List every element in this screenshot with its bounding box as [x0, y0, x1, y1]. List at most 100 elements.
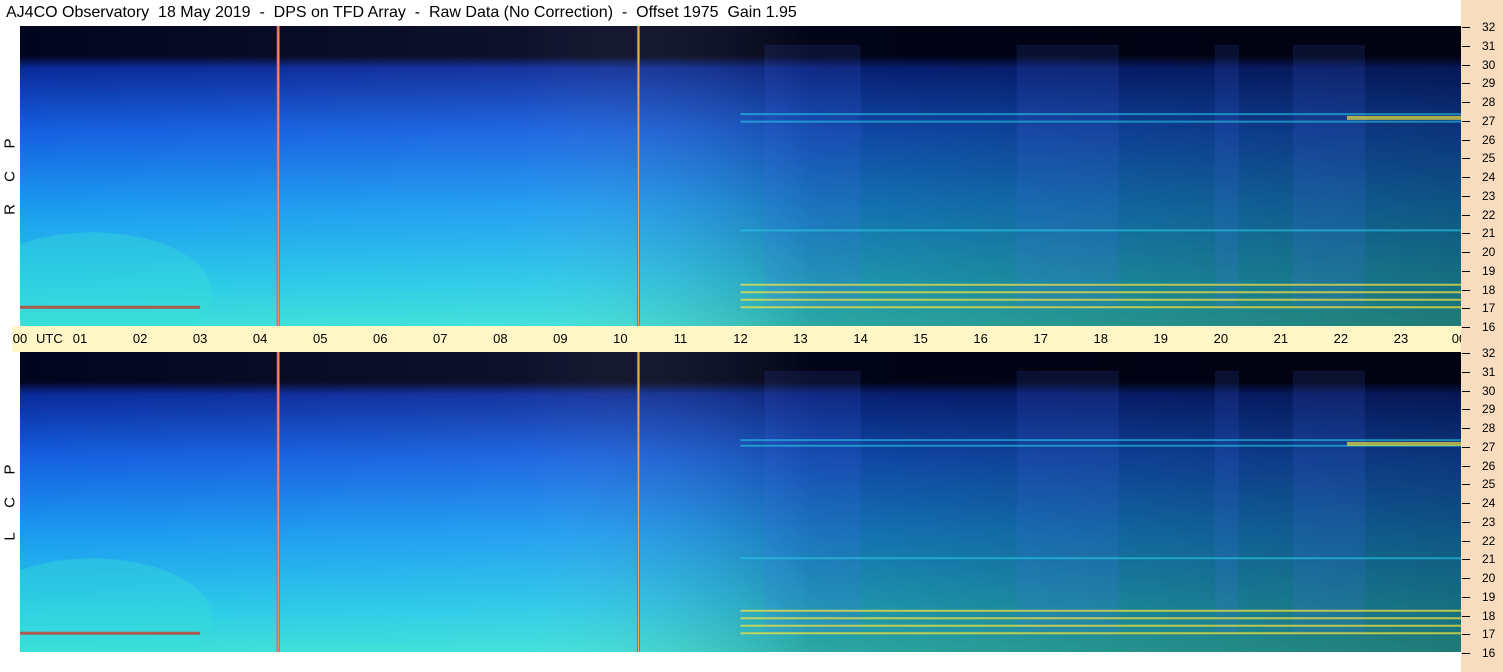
frequency-tick-mark [1462, 484, 1470, 486]
interference-line [740, 624, 1461, 627]
spectrogram-segment [1016, 370, 1119, 634]
interference-line [1346, 441, 1461, 446]
frequency-tick-label: 19 [1482, 263, 1496, 278]
frequency-tick-mark [1462, 353, 1470, 354]
frequency-tick-mark [1462, 409, 1470, 411]
rcp-spectrogram-panel [20, 26, 1461, 326]
frequency-tick-label: 25 [1482, 477, 1496, 492]
rcp-letter-p: P [1, 138, 19, 149]
frequency-tick-mark [1462, 102, 1470, 103]
utc-tick-label: 20 [1213, 331, 1229, 346]
utc-tick-label: 16 [973, 331, 988, 346]
frequency-tick-mark [1462, 289, 1470, 291]
frequency-tick-label: 31 [1482, 38, 1496, 53]
frequency-tick-label: 32 [1482, 346, 1496, 360]
frequency-tick-label: 24 [1482, 170, 1496, 184]
frequency-tick-mark [1462, 83, 1470, 85]
frequency-tick-mark [1462, 596, 1470, 598]
frequency-tick-label: 32 [1482, 20, 1496, 34]
utc-tick-label: 09 [553, 331, 568, 346]
frequency-tick-label: 17 [1482, 627, 1496, 642]
frequency-tick-mark [1462, 252, 1470, 253]
frequency-tick-mark [1462, 578, 1470, 579]
frequency-tick-mark [1462, 634, 1470, 636]
frequency-tick-label: 21 [1482, 226, 1496, 241]
utc-tick-label: 18 [1093, 331, 1108, 346]
chart-title: AJ4CO Observatory 18 May 2019 - DPS on T… [6, 4, 797, 21]
utc-label: UTC [36, 331, 63, 346]
utc-tick-label: 21 [1273, 331, 1289, 346]
spectrogram-segment [1214, 370, 1239, 634]
frequency-tick-label: 25 [1482, 151, 1496, 166]
frequency-tick-label: 20 [1482, 571, 1496, 585]
frequency-tick-mark [1462, 64, 1470, 66]
utc-tick-label: 07 [433, 331, 448, 346]
frequency-tick-mark [1462, 521, 1470, 523]
interference-line [740, 617, 1461, 620]
frequency-tick-label: 29 [1482, 402, 1496, 417]
time-marker-line [277, 352, 279, 652]
spectrogram-segment [1292, 44, 1365, 308]
utc-tick-label: 11 [673, 331, 688, 346]
lcp-spectrogram-panel [20, 352, 1461, 652]
interference-line [740, 439, 1461, 442]
time-marker-line [637, 26, 639, 326]
frequency-tick-label: 30 [1482, 383, 1496, 398]
interference-line [20, 631, 201, 635]
frequency-tick-label: 26 [1482, 132, 1496, 147]
frequency-tick-mark [1462, 120, 1470, 122]
utc-tick-label: 12 [733, 331, 748, 346]
spectrogram-segment [1292, 370, 1365, 634]
utc-tick-label: 14 [853, 331, 868, 346]
utc-tick-label: 02 [132, 331, 148, 346]
interference-line [740, 298, 1461, 301]
frequency-tick-label: 28 [1482, 95, 1496, 109]
frequency-tick-mark [1462, 27, 1470, 28]
interference-line [740, 291, 1461, 294]
utc-tick-label: 10 [613, 331, 628, 346]
time-marker-line [277, 26, 279, 326]
utc-tick-label: 22 [1333, 331, 1349, 346]
utc-tick-label: 19 [1153, 331, 1169, 346]
interference-line [740, 283, 1461, 286]
frequency-tick-mark [1462, 327, 1470, 328]
rcp-letter-r: R [1, 204, 19, 215]
frequency-tick-label: 28 [1482, 421, 1496, 435]
spectrogram-shading [20, 26, 1461, 326]
frequency-tick-label: 18 [1482, 282, 1496, 297]
frequency-tick-label: 23 [1482, 188, 1496, 203]
frequency-tick-label: 31 [1482, 364, 1496, 379]
utc-tick-label: 13 [793, 331, 808, 346]
interference-line [740, 113, 1461, 116]
frequency-tick-mark [1462, 177, 1470, 178]
spectrogram-segment [1214, 44, 1239, 308]
spectrogram-shading [20, 352, 1461, 652]
utc-tick-label: 04 [252, 331, 268, 346]
frequency-tick-label: 22 [1482, 207, 1496, 222]
utc-tick-label: 17 [1033, 331, 1048, 346]
utc-tick-label: 06 [373, 331, 388, 346]
frequency-tick-label: 17 [1482, 301, 1496, 316]
frequency-tick-mark [1462, 214, 1470, 216]
time-marker-line [637, 352, 639, 652]
lcp-letter-l: L [1, 532, 19, 541]
interference-line [740, 306, 1461, 309]
utc-tick-label: 08 [493, 331, 508, 346]
frequency-tick-label: 27 [1482, 439, 1496, 454]
interference-line [740, 120, 1461, 123]
utc-tick-label: 05 [312, 331, 328, 346]
frequency-tick-mark [1462, 195, 1470, 197]
frequency-tick-mark [1462, 390, 1470, 392]
frequency-tick-mark [1462, 308, 1470, 310]
bottom-margin [20, 652, 1461, 672]
frequency-tick-mark [1462, 428, 1470, 429]
frequency-tick-label: 16 [1482, 646, 1496, 660]
frequency-tick-label: 20 [1482, 245, 1496, 259]
rcp-letter-c: C [1, 171, 19, 182]
frequency-tick-label: 24 [1482, 496, 1496, 510]
frequency-tick-mark [1462, 158, 1470, 160]
frequency-tick-mark [1462, 45, 1470, 47]
utc-tick-label: 01 [72, 331, 88, 346]
spectrogram-segment [1016, 44, 1119, 308]
interference-line [1346, 115, 1461, 120]
